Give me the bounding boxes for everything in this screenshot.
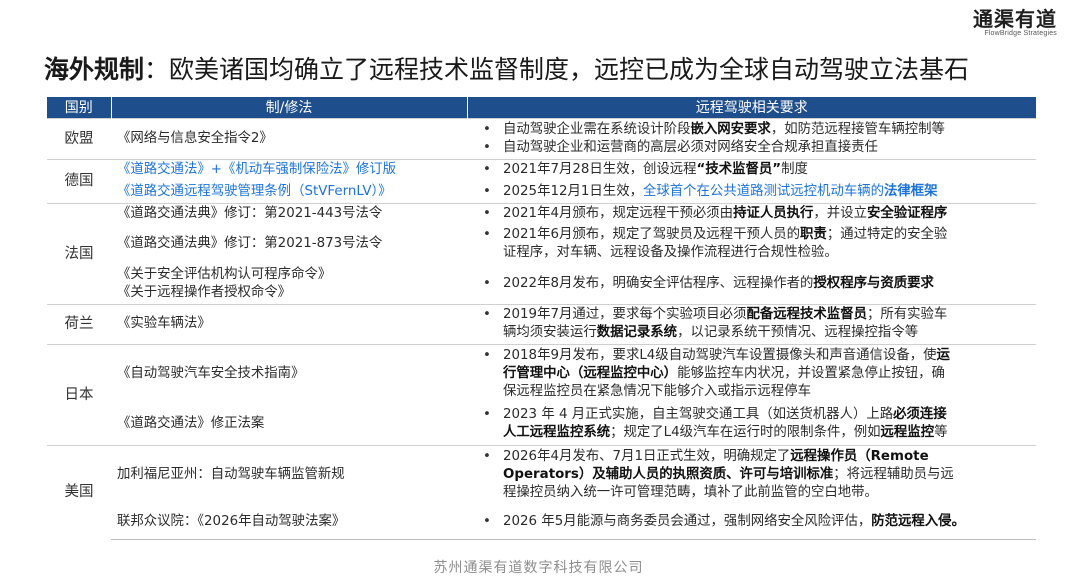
law-cell: 《道路交通法》修正法案 bbox=[117, 416, 265, 432]
requirement-item: 自动驾驶企业需在系统设计阶段嵌入网安要求，如防范远程接管车辆控制等 bbox=[473, 121, 1030, 139]
law-cell: 加利福尼亚州：自动驾驶车辆监管新规 bbox=[111, 444, 467, 505]
requirement-cell: 2026年4月发布、7月1日正式生效，明确规定了远程操作员（RemoteOper… bbox=[467, 444, 1036, 505]
header-requirements: 远程驾驶相关要求 bbox=[467, 97, 1036, 118]
requirement-cell: 2025年12月1日生效，全球首个在公共道路测试远控机动车辆的法律框架 bbox=[467, 181, 1036, 203]
table-header-row: 国别 制/修法 远程驾驶相关要求 bbox=[47, 97, 1036, 118]
law-cell: 《道路交通法典》修订：第2021-443号法令 bbox=[111, 202, 467, 224]
requirement-item: 2025年12月1日生效，全球首个在公共道路测试远控机动车辆的法律框架 bbox=[473, 183, 1030, 201]
table-row-fr-1: 法国 《道路交通法典》修订：第2021-443号法令 2021年4月颁布，规定远… bbox=[47, 202, 1036, 304]
country-cell: 欧盟 bbox=[47, 117, 111, 159]
table-row-jp-1: 日本 《自动驾驶汽车安全技术指南》 2018年9月发布，要求L4级自动驾驶汽车设… bbox=[47, 343, 1036, 445]
requirement-cell: 2019年7月通过，要求每个实验项目必须配备远程技术监督员；所有实验车辆均须安装… bbox=[467, 303, 1036, 344]
law-cell: 《实验车辆法》 bbox=[111, 303, 467, 344]
requirement-item: 2018年9月发布，要求L4级自动驾驶汽车设置摄像头和声音通信设备，使运行管理中… bbox=[473, 347, 1030, 401]
country-cell: 美国 bbox=[47, 444, 111, 539]
page-title: 海外规制：欧美诸国均确立了远程技术监督制度，远控已成为全球自动驾驶立法基石 bbox=[44, 50, 969, 86]
requirement-item: 自动驾驶企业和运营商的高层必须对网络安全合规承担直接责任 bbox=[473, 139, 1030, 157]
table-row-us-1: 美国 加利福尼亚州：自动驾驶车辆监管新规 2026年4月发布、7月1日正式生效，… bbox=[47, 444, 1036, 539]
law-cell: 《道路交通法典》修订：第2021-873号法令 bbox=[117, 236, 383, 251]
requirement-item: 2019年7月通过，要求每个实验项目必须配备远程技术监督员；所有实验车辆均须安装… bbox=[473, 306, 1030, 342]
company-logo: 通渠有道 FlowBridge Strategies bbox=[973, 8, 1057, 37]
law-cell: 《道路交通远程驾驶管理条例（StVFernLV）》 bbox=[117, 183, 392, 199]
country-cell: 荷兰 bbox=[47, 303, 111, 344]
law-cell: 《道路交通法》+《机动车强制保险法》修订版 bbox=[111, 158, 467, 181]
requirement-cell: 2021年7月28日生效，创设远程“技术监督员”制度 bbox=[467, 158, 1036, 181]
requirement-item: 2026年4月发布、7月1日正式生效，明确规定了远程操作员（RemoteOper… bbox=[473, 448, 1030, 502]
title-rest: ：欧美诸国均确立了远程技术监督制度，远控已成为全球自动驾驶立法基石 bbox=[144, 55, 970, 84]
footer-company: 苏州通渠有道数字科技有限公司 bbox=[433, 560, 644, 576]
country-cell: 法国 bbox=[47, 202, 111, 304]
requirement-cell: 2021年6月颁布，规定了驾驶员及远程干预人员的职责；通过特定的安全验证程序，对… bbox=[467, 224, 1036, 264]
table-row-fr-3: 《关于安全评估机构认可程序命令》《关于远程操作者授权命令》 2022年8月发布，… bbox=[47, 264, 1036, 304]
requirement-item: 2021年6月颁布，规定了驾驶员及远程干预人员的职责；通过特定的安全验证程序，对… bbox=[473, 226, 1030, 262]
table-row-de-2: 《道路交通远程驾驶管理条例（StVFernLV）》 2025年12月1日生效，全… bbox=[47, 181, 1036, 203]
country-cell: 德国 bbox=[47, 158, 111, 203]
requirement-cell: 2026 年5月能源与商务委员会通过，强制网络安全风险评估，防范远程入侵。 bbox=[467, 505, 1036, 540]
requirement-item: 2022年8月发布，明确安全评估程序、远程操作者的授权程序与资质要求 bbox=[473, 275, 1030, 293]
regulation-table: 国别 制/修法 远程驾驶相关要求 欧盟 《网络与信息安全指令2》 自动驾驶企业需… bbox=[47, 97, 1036, 540]
table-row-fr-2: 《道路交通法典》修订：第2021-873号法令 2021年6月颁布，规定了驾驶员… bbox=[47, 224, 1036, 264]
country-cell: 日本 bbox=[47, 343, 111, 445]
table-row-jp-2: 《道路交通法》修正法案 2023 年 4 月正式实施，自主驾驶交通工具（如送货机… bbox=[47, 404, 1036, 445]
requirement-cell: 自动驾驶企业需在系统设计阶段嵌入网安要求，如防范远程接管车辆控制等 自动驾驶企业… bbox=[467, 117, 1036, 159]
requirement-item: 2021年7月28日生效，创设远程“技术监督员”制度 bbox=[473, 161, 1030, 179]
requirement-item: 2021年4月颁布，规定远程干预必须由持证人员执行，并设立安全验证程序 bbox=[473, 205, 1030, 223]
requirement-item: 2026 年5月能源与商务委员会通过，强制网络安全风险评估，防范远程入侵。 bbox=[473, 513, 1030, 531]
table-row-nl: 荷兰 《实验车辆法》 2019年7月通过，要求每个实验项目必须配备远程技术监督员… bbox=[47, 303, 1036, 344]
requirement-cell: 2022年8月发布，明确安全评估程序、远程操作者的授权程序与资质要求 bbox=[467, 264, 1036, 304]
law-cell: 《关于安全评估机构认可程序命令》 《关于远程操作者授权命令》 bbox=[117, 266, 332, 300]
requirement-cell: 2018年9月发布，要求L4级自动驾驶汽车设置摄像头和声音通信设备，使运行管理中… bbox=[467, 343, 1036, 404]
table-row-us-2: 联邦众议院：《2026年自动驾驶法案》 2026 年5月能源与商务委员会通过，强… bbox=[47, 505, 1036, 540]
title-lead: 海外规制 bbox=[44, 55, 145, 84]
logo-subtitle: FlowBridge Strategies bbox=[984, 30, 1057, 37]
logo-name: 通渠有道 bbox=[973, 7, 1057, 31]
table-row-eu: 欧盟 《网络与信息安全指令2》 自动驾驶企业需在系统设计阶段嵌入网安要求，如防范… bbox=[47, 117, 1036, 159]
table-row-de-1: 德国 《道路交通法》+《机动车强制保险法》修订版 2021年7月28日生效，创设… bbox=[47, 158, 1036, 203]
law-cell: 《自动驾驶汽车安全技术指南》 bbox=[111, 343, 467, 404]
requirement-cell: 2023 年 4 月正式实施，自主驾驶交通工具（如送货机器人）上路必须连接人工远… bbox=[467, 404, 1036, 445]
requirement-cell: 2021年4月颁布，规定远程干预必须由持证人员执行，并设立安全验证程序 bbox=[467, 202, 1036, 224]
requirement-item: 2023 年 4 月正式实施，自主驾驶交通工具（如送货机器人）上路必须连接人工远… bbox=[473, 406, 1030, 442]
law-cell: 联邦众议院：《2026年自动驾驶法案》 bbox=[111, 505, 467, 540]
header-law: 制/修法 bbox=[111, 97, 468, 118]
law-cell: 《网络与信息安全指令2》 bbox=[111, 117, 467, 159]
header-country: 国别 bbox=[47, 97, 112, 118]
